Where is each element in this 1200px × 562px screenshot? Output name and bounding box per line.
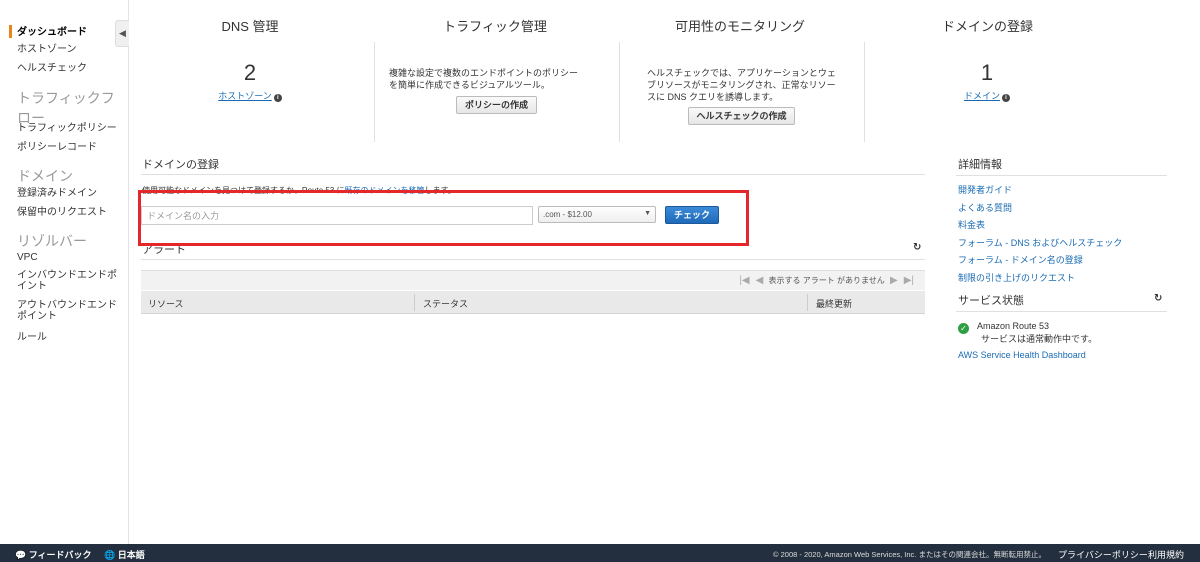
domains-link-label: ドメイン [963, 91, 1000, 101]
service-name: Amazon Route 53 [977, 321, 1050, 331]
sidebar-item-registered-domains[interactable]: 登録済みドメイン [17, 188, 122, 199]
details-title: 詳細情報 [958, 159, 1002, 171]
limit-increase-link[interactable]: 制限の引き上げのリクエスト [958, 271, 1075, 284]
hosted-zones-link[interactable]: ホストゾーン i [190, 89, 310, 102]
alerts-title: アラート [142, 244, 186, 256]
dns-title: DNS 管理 [221, 19, 279, 34]
pager-text: 表示する アラート がありません [768, 276, 885, 285]
speech-bubble-icon: 💬 [15, 550, 27, 560]
sidebar-item-pending-requests[interactable]: 保留中のリクエスト [17, 207, 122, 218]
traffic-title: トラフィック管理 [443, 19, 547, 34]
service-health-title: サービス状態 [958, 295, 1024, 307]
refresh-icon[interactable]: ↻ [1154, 293, 1162, 304]
caret-down-icon: ▼ [644, 210, 651, 217]
sidebar-item-inbound-endpoints[interactable]: インバウンドエンドポイント [17, 270, 122, 292]
domain-name-input[interactable] [141, 206, 533, 225]
monitoring-desc-line-3: スに DNS クエリを誘導します。 [647, 92, 779, 102]
column-header-last-updated[interactable]: 最終更新 [816, 297, 852, 310]
section-divider [141, 259, 925, 260]
last-page-icon[interactable]: ▶| [904, 275, 914, 286]
sidebar-item-dashboard[interactable]: ダッシュボード [17, 27, 122, 38]
sidebar: ダッシュボード ホストゾーン ヘルスチェック トラフィックフロー トラフィックポ… [0, 0, 129, 544]
transfer-domain-link[interactable]: 既存のドメインを移管 [345, 186, 425, 195]
column-header-resource[interactable]: リソース [148, 297, 184, 310]
sidebar-group-traffic-flow: トラフィックフロー [17, 90, 115, 126]
column-separator [807, 294, 808, 311]
sidebar-item-hosted-zones[interactable]: ホストゾーン [17, 44, 122, 55]
monitoring-description: ヘルスチェックでは、アプリケーションとウェ ブリソースがモニタリングされ、正常な… [647, 67, 847, 103]
create-health-check-button[interactable]: ヘルスチェックの作成 [688, 107, 795, 125]
monitoring-desc-line-1: ヘルスチェックでは、アプリケーションとウェ [647, 68, 836, 78]
domain-desc-prefix: 使用可能なドメインを見つけて登録するか、Route 53 に [142, 186, 345, 195]
chevron-left-icon: ◀ [119, 28, 126, 38]
alerts-pager-bar: |◀ ◀ 表示する アラート がありません ▶ ▶| [141, 270, 925, 290]
sidebar-group-domains: ドメイン [17, 168, 73, 184]
sidebar-collapse-button[interactable]: ◀ [115, 20, 129, 47]
section-divider [141, 174, 925, 175]
traffic-description: 複雑な設定で複数のエンドポイントのポリシー を簡単に作成できるビジュアルツール。 [389, 67, 609, 91]
tld-selected-value: .com - $12.00 [543, 210, 592, 219]
faq-link[interactable]: よくある質問 [958, 201, 1012, 214]
sidebar-item-health-checks[interactable]: ヘルスチェック [17, 63, 122, 74]
globe-icon: 🌐 [104, 550, 116, 560]
language-label: 日本語 [117, 550, 145, 560]
section-divider [956, 175, 1167, 176]
developer-guide-link[interactable]: 開発者ガイド [958, 183, 1012, 196]
terms-link[interactable]: 利用規約 [1148, 548, 1184, 561]
forum-dns-link[interactable]: フォーラム - DNS およびヘルスチェック [958, 236, 1122, 249]
active-indicator [9, 25, 12, 38]
column-divider [619, 42, 620, 142]
sidebar-item-vpc[interactable]: VPC [17, 252, 122, 263]
column-header-status[interactable]: ステータス [423, 297, 468, 310]
info-icon[interactable]: i [1002, 94, 1010, 102]
info-icon[interactable]: i [273, 94, 282, 102]
alerts-pager: |◀ ◀ 表示する アラート がありません ▶ ▶| [736, 275, 917, 286]
tld-select[interactable]: .com - $12.00 ▼ [538, 206, 656, 223]
column-separator [414, 294, 415, 311]
column-divider [374, 42, 375, 142]
copyright-text: © 2008 - 2020, Amazon Web Services, Inc.… [773, 550, 1046, 559]
footer: 💬 フィードバック 🌐 日本語 © 2008 - 2020, Amazon We… [0, 544, 1200, 562]
feedback-button[interactable]: 💬 フィードバック [15, 548, 92, 561]
domain-registration-title: ドメインの登録 [142, 159, 219, 171]
sidebar-item-traffic-policies[interactable]: トラフィックポリシー [17, 123, 122, 134]
hosted-zone-count: 2 [243, 60, 257, 85]
domain-registration-description: 使用可能なドメインを見つけて登録するか、Route 53 に既存のドメインを移管… [142, 185, 456, 196]
feedback-label: フィードバック [28, 550, 92, 560]
language-selector[interactable]: 🌐 日本語 [104, 548, 145, 561]
previous-page-icon[interactable]: ◀ [756, 275, 764, 286]
domain-desc-suffix: します。 [424, 186, 456, 195]
forum-domain-link[interactable]: フォーラム - ドメイン名の登録 [958, 253, 1083, 266]
traffic-desc-line-2: を簡単に作成できるビジュアルツール。 [389, 80, 550, 90]
sidebar-item-outbound-endpoints[interactable]: アウトバウンドエンドポイント [17, 300, 122, 322]
create-policy-button[interactable]: ポリシーの作成 [456, 96, 537, 114]
next-page-icon[interactable]: ▶ [890, 275, 898, 286]
domain-count: 1 [980, 60, 994, 85]
first-page-icon[interactable]: |◀ [739, 275, 749, 286]
section-divider [956, 311, 1167, 312]
check-circle-icon: ✓ [958, 323, 969, 334]
monitoring-desc-line-2: ブリソースがモニタリングされ、正常なリソー [647, 80, 836, 90]
privacy-policy-link[interactable]: プライバシーポリシー [1058, 548, 1148, 561]
sidebar-group-resolver: リゾルバー [17, 233, 87, 249]
hosted-zones-link-label: ホストゾーン [218, 91, 272, 101]
traffic-desc-line-1: 複雑な設定で複数のエンドポイントのポリシー [389, 68, 579, 78]
refresh-icon[interactable]: ↻ [913, 242, 921, 253]
sidebar-item-rules[interactable]: ルール [17, 332, 122, 343]
pricing-link[interactable]: 料金表 [958, 218, 985, 231]
health-dashboard-link[interactable]: AWS Service Health Dashboard [958, 350, 1086, 360]
monitoring-title: 可用性のモニタリング [674, 19, 805, 34]
registration-title: ドメインの登録 [941, 19, 1033, 34]
check-button[interactable]: チェック [665, 206, 719, 224]
service-status: サービスは通常動作中です。 [981, 334, 1098, 344]
alerts-table-header: リソース ステータス 最終更新 [141, 291, 925, 314]
domains-link[interactable]: ドメイン i [927, 89, 1047, 102]
column-divider [864, 42, 865, 142]
sidebar-item-policy-records[interactable]: ポリシーレコード [17, 142, 122, 153]
